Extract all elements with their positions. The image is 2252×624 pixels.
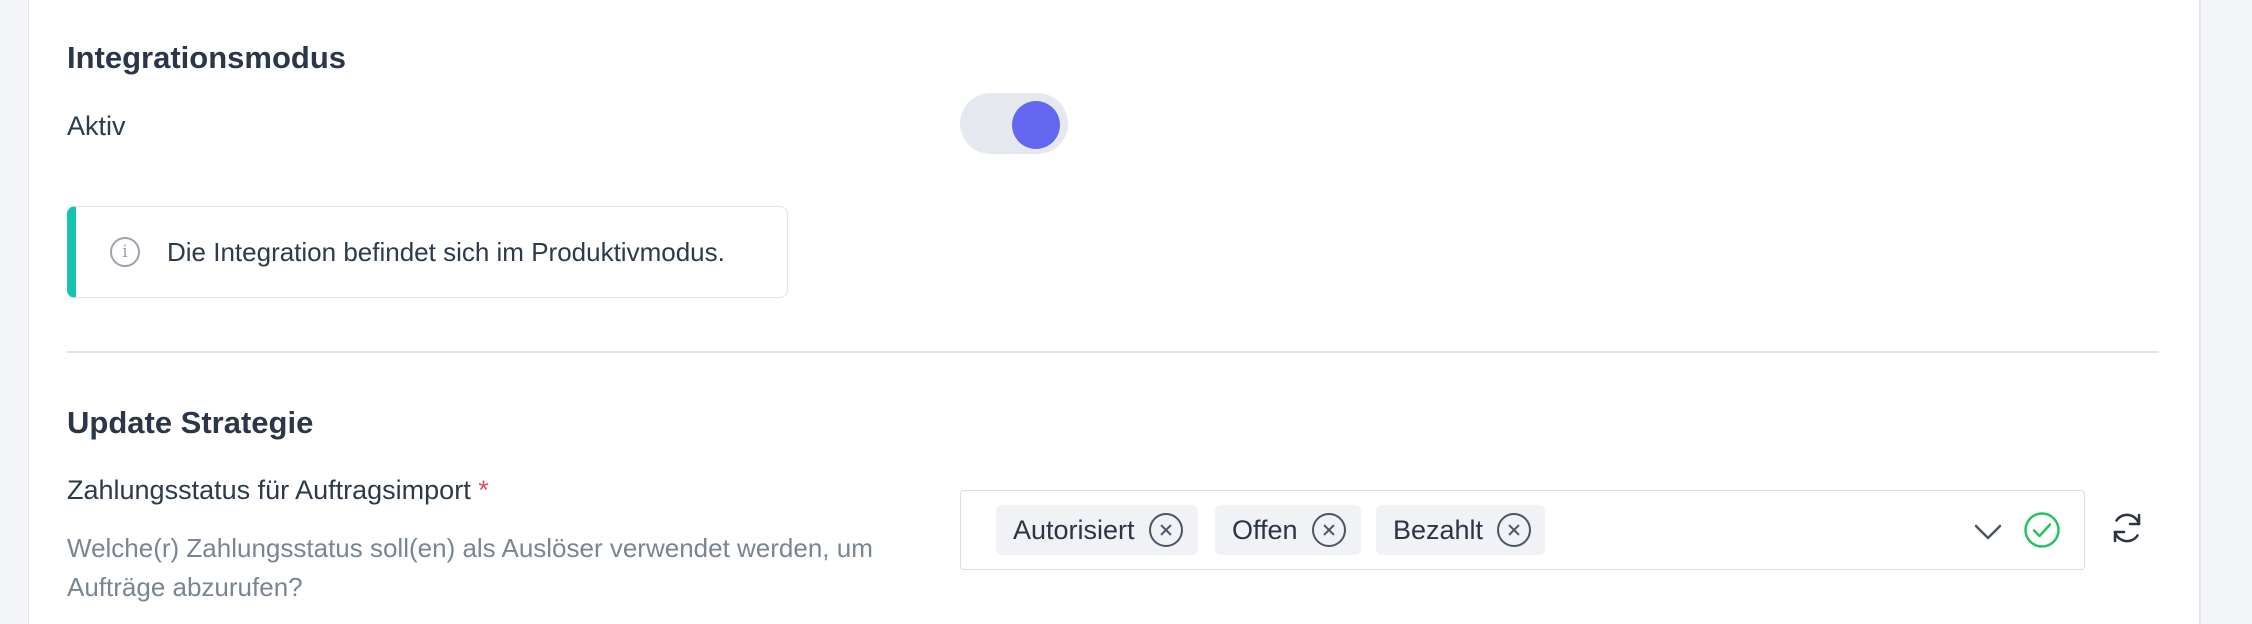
required-mark: *	[478, 475, 489, 505]
integration-mode-title: Integrationsmodus	[67, 40, 347, 75]
payment-status-label-text: Zahlungsstatus für Auftragsimport	[67, 475, 471, 505]
chevron-down-icon[interactable]	[1973, 517, 2003, 547]
chip-bezahlt: Bezahlt	[1376, 505, 1545, 555]
info-icon: i	[110, 237, 140, 267]
payment-status-multiselect[interactable]: Autorisiert Offen Bezahlt	[960, 490, 2085, 570]
active-toggle[interactable]	[960, 93, 1068, 154]
chip-label: Offen	[1232, 514, 1298, 545]
check-circle-icon	[2024, 512, 2060, 548]
notice-text: Die Integration befindet sich im Produkt…	[167, 237, 725, 267]
chip-label: Bezahlt	[1393, 514, 1484, 545]
chip-offen: Offen	[1215, 505, 1361, 555]
refresh-icon[interactable]	[2108, 509, 2146, 547]
toggle-knob	[1012, 101, 1060, 149]
section-divider	[67, 351, 2159, 353]
remove-chip-icon[interactable]	[1148, 513, 1183, 547]
remove-chip-icon[interactable]	[1311, 513, 1346, 547]
production-mode-notice: i Die Integration befindet sich im Produ…	[67, 206, 788, 298]
remove-chip-icon[interactable]	[1497, 513, 1532, 547]
chip-autorisiert: Autorisiert	[996, 505, 1198, 555]
chip-label: Autorisiert	[1013, 514, 1135, 545]
payment-status-description: Welche(r) Zahlungsstatus soll(en) als Au…	[67, 533, 873, 602]
payment-status-label: Zahlungsstatus für Auftragsimport *	[67, 475, 489, 506]
update-strategy-title: Update Strategie	[67, 405, 314, 440]
active-label: Aktiv	[67, 111, 126, 141]
